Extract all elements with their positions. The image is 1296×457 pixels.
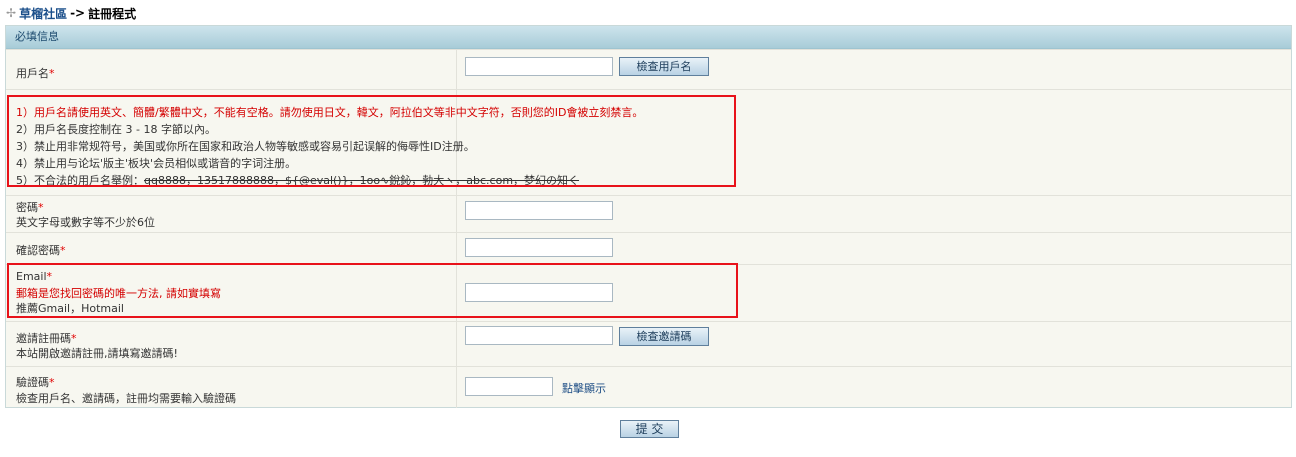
- breadcrumb-separator: ->: [70, 6, 86, 20]
- invite-code-input[interactable]: [465, 326, 613, 345]
- password-row: 密碼* 英文字母或數字等不少於6位: [6, 195, 1291, 232]
- confirm-password-label: 確認密碼: [16, 244, 60, 257]
- required-mark: *: [38, 201, 44, 214]
- username-rules-row: 1）用戶名請使用英文、簡體/繁體中文，不能有空格。請勿使用日文，韓文，阿拉伯文等…: [6, 89, 1291, 195]
- breadcrumb-site-link[interactable]: 草榴社區: [19, 5, 67, 22]
- username-input[interactable]: [465, 57, 613, 76]
- username-row: 用戶名* 檢查用戶名: [6, 49, 1291, 89]
- rule-4: 4）禁止用与论坛'版主'板块'会员相似或谐音的字词注册。: [16, 157, 297, 170]
- required-mark: *: [46, 270, 53, 283]
- rule-1: 1）用戶名請使用英文、簡體/繁體中文，不能有空格。請勿使用日文，韓文，阿拉伯文等…: [16, 106, 644, 119]
- email-hint: 推薦Gmail，Hotmail: [16, 302, 124, 315]
- captcha-label: 驗證碼: [16, 376, 49, 389]
- username-label: 用戶名: [16, 67, 49, 80]
- rule-5: 5）不合法的用戶名舉例：: [16, 174, 144, 187]
- invite-code-hint: 本站開啟邀請註冊,請填寫邀請碼!: [16, 347, 178, 360]
- show-captcha-link[interactable]: 點擊顯示: [562, 380, 606, 396]
- captcha-row: 驗證碼* 檢查用戶名、邀請碼，註冊均需要輸入驗證碼 點擊顯示: [6, 366, 1291, 408]
- rule-2: 2）用戶名長度控制在 3 - 18 字節以內。: [16, 123, 216, 136]
- password-input[interactable]: [465, 201, 613, 220]
- check-invite-code-button[interactable]: 檢查邀請碼: [619, 327, 709, 346]
- password-hint: 英文字母或數字等不少於6位: [16, 216, 155, 229]
- required-mark: *: [49, 376, 55, 389]
- rule-5-examples: qq8888，13517888888，${@eval()}，1oo∿銳鈊，勃大ヽ…: [144, 174, 580, 187]
- captcha-hint: 檢查用戶名、邀請碼，註冊均需要輸入驗證碼: [16, 392, 236, 405]
- confirm-password-row: 確認密碼*: [6, 232, 1291, 264]
- forum-home-icon: ✢: [6, 6, 17, 20]
- email-input[interactable]: [465, 283, 613, 302]
- email-row: Email* 郵箱是您找回密碼的唯一方法, 請如實填寫 推薦Gmail，Hotm…: [6, 264, 1291, 321]
- breadcrumb-current-page: 註冊程式: [88, 6, 137, 21]
- email-label: Email: [16, 270, 47, 283]
- invite-code-row: 邀請註冊碼* 本站開啟邀請註冊,請填寫邀請碼! 檢查邀請碼: [6, 321, 1291, 366]
- password-label: 密碼: [16, 201, 38, 214]
- rule-3: 3）禁止用非常规符号，美国或你所在国家和政治人物等敏感或容易引起误解的侮辱性ID…: [16, 140, 475, 153]
- required-mark: *: [71, 332, 77, 345]
- breadcrumb: ✢ 草榴社區 -> 註冊程式: [6, 5, 136, 21]
- section-header: 必填信息: [6, 26, 1291, 49]
- required-mark: *: [49, 67, 55, 80]
- email-warning: 郵箱是您找回密碼的唯一方法, 請如實填寫: [16, 287, 221, 300]
- required-mark: *: [60, 244, 66, 257]
- registration-form: 必填信息 用戶名* 檢查用戶名 1）用戶名請使用英文、簡體/繁體中文，不能有空格…: [5, 25, 1292, 408]
- captcha-input[interactable]: [465, 377, 553, 396]
- invite-code-label: 邀請註冊碼: [16, 332, 71, 345]
- check-username-button[interactable]: 檢查用戶名: [619, 57, 709, 76]
- confirm-password-input[interactable]: [465, 238, 613, 257]
- submit-button[interactable]: 提 交: [620, 420, 679, 438]
